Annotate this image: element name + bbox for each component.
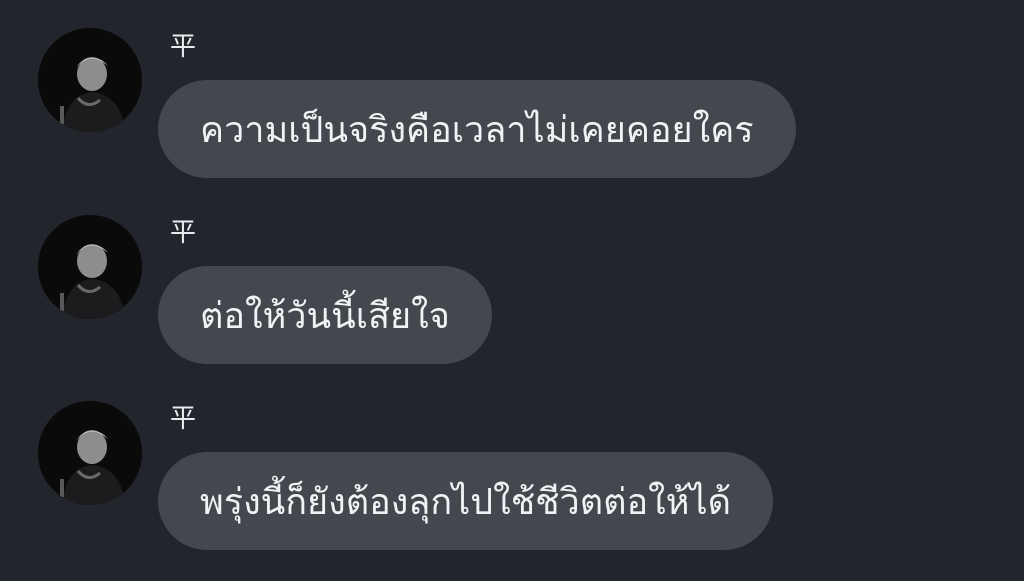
chat-thread: 平 ความเป็นจริงคือเวลาไม่เคยคอยใคร 平 ต่อใ…: [0, 0, 1024, 581]
avatar-photo-icon: [38, 401, 142, 505]
message-text: พรุ่งนี้ก็ยังต้องลุกไปใช้ชีวิตต่อให้ได้: [200, 481, 731, 523]
sender-name: 平: [170, 404, 197, 434]
message-text: ต่อให้วันนี้เสียใจ: [200, 295, 450, 337]
message-bubble[interactable]: พรุ่งนี้ก็ยังต้องลุกไปใช้ชีวิตต่อให้ได้: [158, 452, 773, 550]
message-text: ความเป็นจริงคือเวลาไม่เคยคอยใคร: [200, 109, 754, 151]
user-avatar[interactable]: [38, 401, 142, 505]
sender-name: 平: [170, 218, 197, 248]
message-bubble[interactable]: ความเป็นจริงคือเวลาไม่เคยคอยใคร: [158, 80, 796, 178]
user-avatar[interactable]: [38, 215, 142, 319]
avatar-photo-icon: [38, 215, 142, 319]
message-bubble[interactable]: ต่อให้วันนี้เสียใจ: [158, 266, 492, 364]
sender-name: 平: [170, 32, 197, 62]
avatar-photo-icon: [38, 28, 142, 132]
user-avatar[interactable]: [38, 28, 142, 132]
